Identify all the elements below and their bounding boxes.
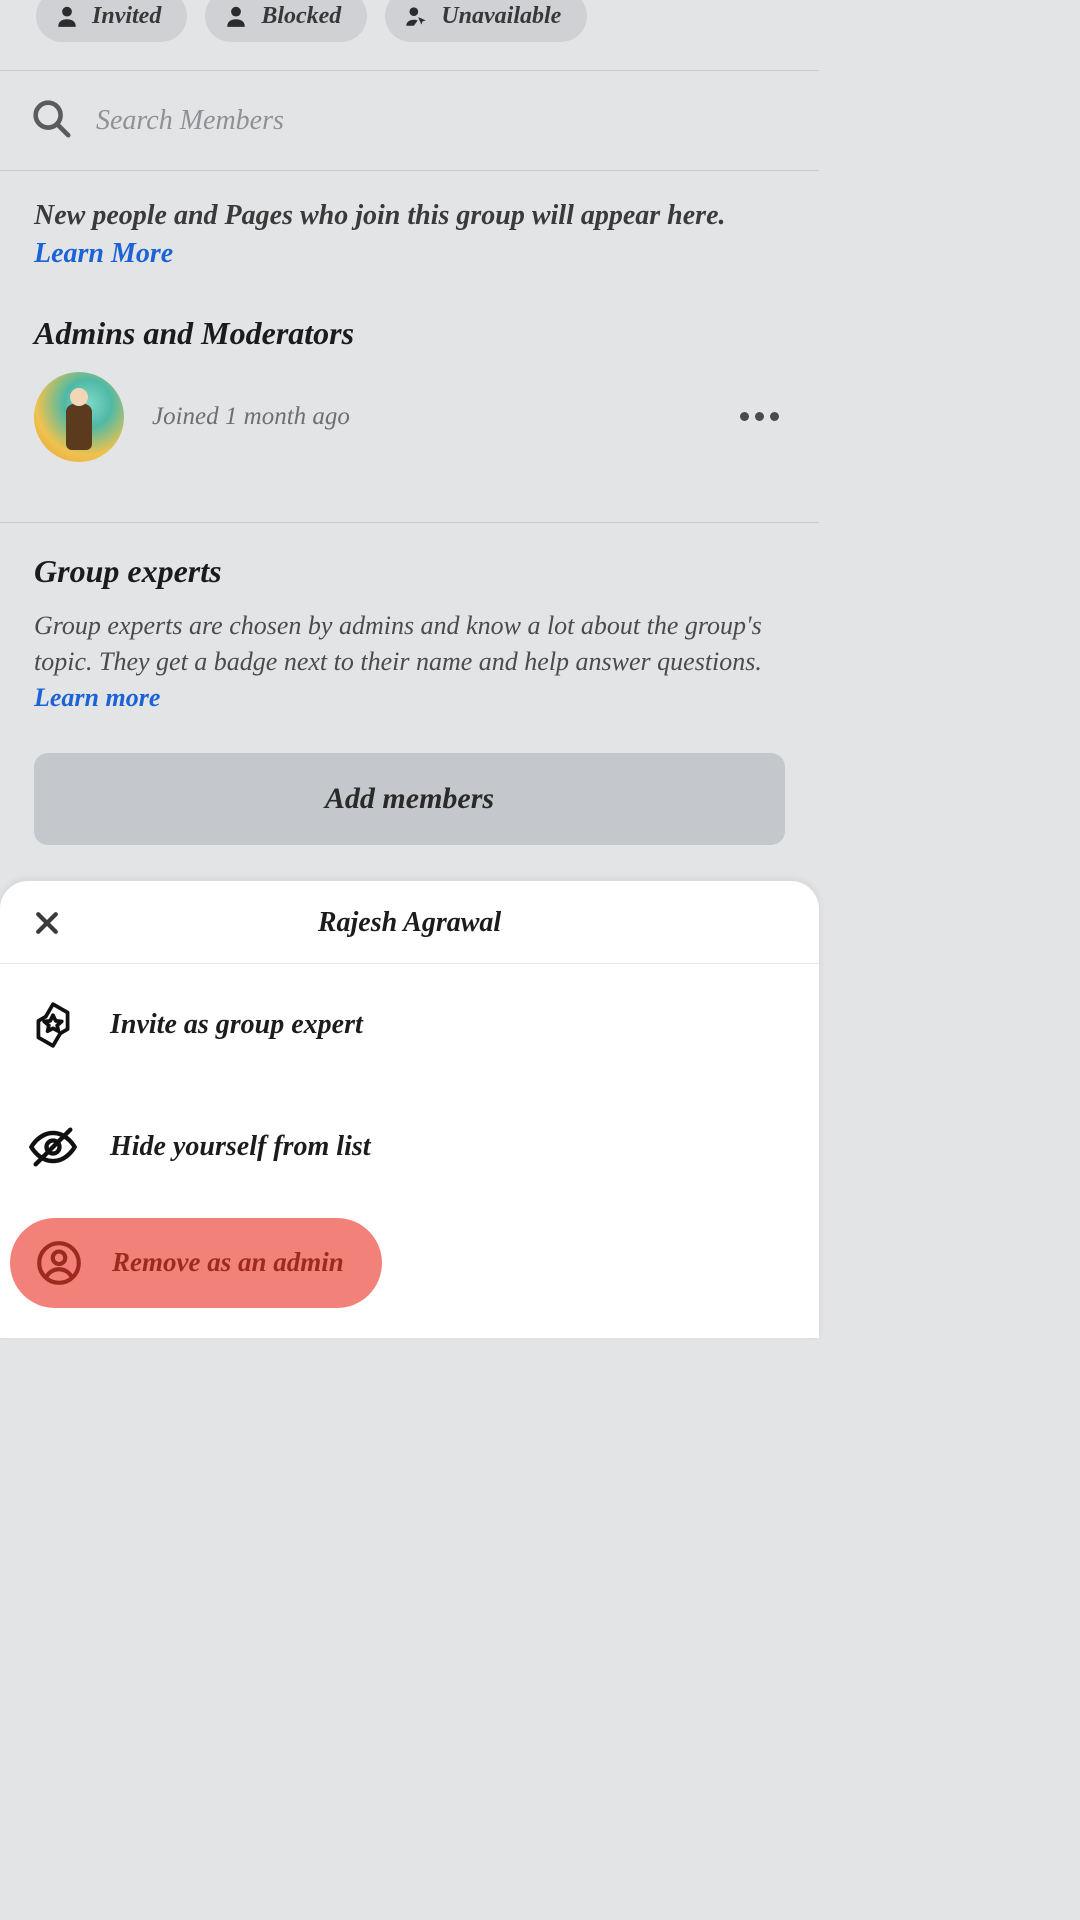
action-label: Hide yourself from list: [110, 1131, 371, 1163]
experts-learn-more-link[interactable]: Learn more: [34, 683, 160, 712]
sheet-title: Rajesh Agrawal: [30, 907, 789, 939]
eye-off-icon: [26, 1120, 80, 1174]
admin-row[interactable]: Joined 1 month ago: [34, 372, 785, 462]
person-icon: [54, 3, 80, 29]
action-label: Remove as an admin: [112, 1247, 344, 1278]
experts-heading: Group experts: [34, 553, 785, 590]
new-members-info: New people and Pages who join this group…: [34, 197, 785, 273]
chip-unavailable[interactable]: Unavailable: [385, 0, 587, 42]
experts-body-text: Group experts are chosen by admins and k…: [34, 611, 762, 676]
action-hide-from-list[interactable]: Hide yourself from list: [0, 1086, 819, 1208]
action-invite-expert[interactable]: Invite as group expert: [0, 964, 819, 1086]
experts-body: Group experts are chosen by admins and k…: [34, 608, 785, 717]
group-experts-section: Group experts Group experts are chosen b…: [0, 523, 819, 855]
star-badge-icon: [26, 998, 80, 1052]
chip-label: Invited: [92, 3, 161, 30]
chip-label: Blocked: [261, 3, 341, 30]
close-icon[interactable]: [30, 906, 64, 940]
search-icon: [28, 95, 74, 146]
more-options-icon[interactable]: [740, 412, 785, 421]
chip-label: Unavailable: [441, 3, 561, 30]
person-icon: [223, 3, 249, 29]
admins-heading: Admins and Moderators: [34, 315, 785, 352]
search-bar[interactable]: [0, 70, 819, 171]
user-circle-icon: [32, 1236, 86, 1290]
member-joined-label: Joined 1 month ago: [152, 403, 350, 431]
search-input[interactable]: [96, 105, 791, 137]
sheet-header: Rajesh Agrawal: [0, 881, 819, 964]
chip-invited[interactable]: Invited: [36, 0, 187, 42]
avatar[interactable]: [34, 372, 124, 462]
member-action-sheet: Rajesh Agrawal Invite as group expert Hi…: [0, 881, 819, 1338]
chip-blocked[interactable]: Blocked: [205, 0, 367, 42]
info-text-body: New people and Pages who join this group…: [34, 200, 726, 231]
filter-chips-row: Invited Blocked Unavailable: [0, 0, 819, 70]
action-label: Invite as group expert: [110, 1009, 363, 1041]
action-remove-admin[interactable]: Remove as an admin: [10, 1218, 382, 1308]
add-members-button[interactable]: Add members: [34, 753, 785, 845]
learn-more-link[interactable]: Learn More: [34, 238, 173, 269]
new-members-section: New people and Pages who join this group…: [0, 171, 819, 492]
person-pointer-icon: [403, 3, 429, 29]
